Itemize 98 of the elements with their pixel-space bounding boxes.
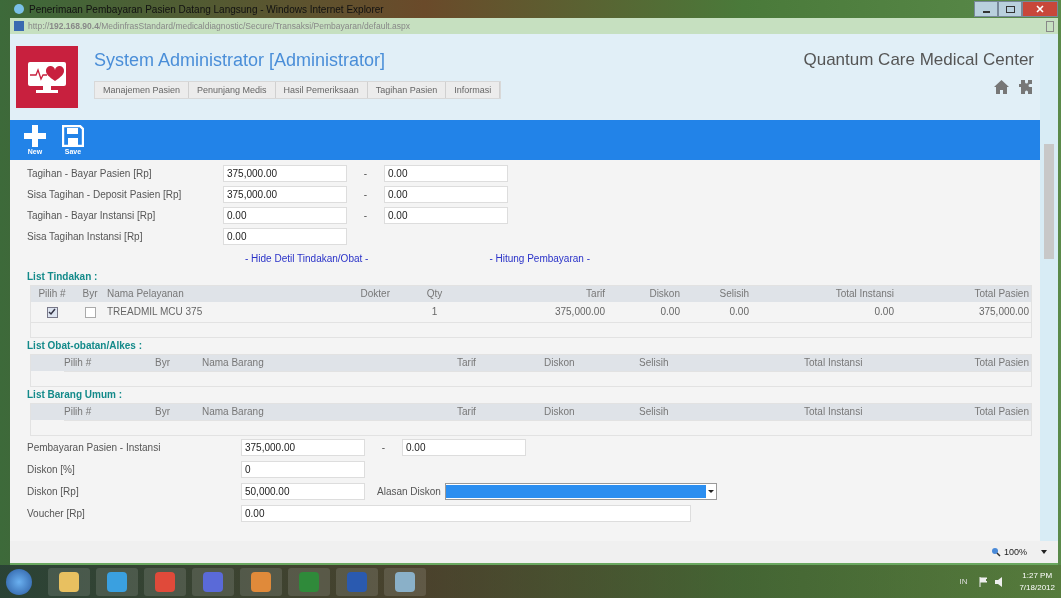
zoom-level[interactable]: 100% — [1003, 547, 1027, 557]
heart-monitor-logo-icon — [16, 46, 78, 108]
separator-text: - — [380, 441, 387, 453]
column-header: Selisih — [718, 287, 750, 301]
input-field[interactable]: 0.00 — [384, 165, 508, 182]
column-header: Byr — [81, 287, 99, 301]
column-header: Tarif — [457, 405, 477, 419]
user-title: System Administrator [Administrator] — [94, 50, 387, 71]
zoom-icon — [990, 547, 1001, 557]
table-cell-text: 0.00 — [660, 305, 680, 319]
field-label: Sisa Tagihan Instansi [Rp] — [27, 231, 144, 242]
table-cell-text: 0.00 — [729, 305, 749, 319]
taskbar-app-icon[interactable] — [240, 567, 282, 596]
column-header: Tarif — [585, 287, 606, 301]
home-icon[interactable] — [994, 80, 1009, 94]
field-label: Tagihan - Bayar Instansi [Rp] — [27, 210, 157, 221]
browser-icon — [14, 4, 24, 14]
column-header: Diskon — [544, 356, 576, 370]
menu-tab[interactable]: Manajemen Pasien — [95, 82, 190, 98]
table-cell-text: 0.00 — [874, 305, 894, 319]
column-header: Dokter — [359, 287, 391, 301]
taskbar-app-icon[interactable] — [384, 567, 426, 596]
field-label: Pembayaran Pasien - Instansi — [27, 441, 162, 453]
dropdown[interactable] — [445, 482, 717, 500]
column-header: Nama Pelayanan — [107, 287, 185, 301]
link[interactable]: - Hide Detil Tindakan/Obat - — [245, 252, 369, 264]
clock-date[interactable]: 7/18/2012 — [1019, 581, 1055, 594]
column-header: Byr — [155, 356, 171, 370]
input-field[interactable]: 375,000.00 — [241, 438, 365, 456]
field-label: Tagihan - Bayar Pasien [Rp] — [27, 168, 153, 179]
field-label: Diskon [Rp] — [27, 485, 80, 497]
input-field[interactable]: 0.00 — [402, 438, 526, 456]
input-field[interactable]: 0 — [241, 460, 365, 478]
column-header: Selisih — [639, 356, 670, 370]
input-field[interactable]: 0.00 — [223, 207, 347, 224]
link[interactable]: - Hitung Pembayaran - — [489, 252, 590, 264]
checkbox[interactable] — [46, 306, 58, 318]
column-header: Pilih # — [64, 405, 93, 419]
close-icon — [1036, 5, 1044, 13]
field-label: Alasan Diskon — [377, 485, 442, 497]
menu-tab[interactable]: Hasil Pemeriksaan — [275, 82, 368, 98]
checkbox[interactable] — [84, 306, 96, 318]
column-header: Total Pasien — [973, 356, 1030, 370]
compatibility-icon[interactable] — [1046, 20, 1054, 32]
window-title: Penerimaan Pembayaran Pasien Datang Langsung - Windows Internet Explorer — [29, 3, 384, 15]
column-header: Tarif — [457, 356, 477, 370]
column-header: Pilih # — [37, 287, 67, 301]
separator-text: - — [362, 210, 369, 221]
input-field[interactable]: 0.00 — [241, 504, 691, 522]
taskbar-app-icon[interactable] — [48, 567, 90, 596]
column-header: Byr — [155, 405, 171, 419]
column-header: Total Instansi — [804, 356, 864, 370]
menu-tab[interactable]: Tagihan Pasien — [367, 82, 447, 98]
separator-text: - — [362, 168, 369, 179]
scrollbar[interactable] — [1040, 34, 1058, 541]
puzzle-icon[interactable] — [1019, 80, 1034, 94]
taskbar-app-icon[interactable] — [96, 567, 138, 596]
table-cell-text: TREADMIL MCU 375 — [107, 305, 203, 319]
minimize-button[interactable] — [974, 1, 998, 17]
caret-icon[interactable] — [1040, 549, 1048, 555]
column-header: Qty — [425, 287, 444, 301]
separator-text: - — [362, 189, 369, 200]
table-cell-text: 1 — [431, 305, 438, 319]
section-title: List Tindakan : — [27, 271, 99, 284]
menu-tab[interactable]: Penunjang Medis — [189, 82, 276, 98]
column-header: Diskon — [648, 287, 681, 301]
page-icon — [14, 21, 24, 31]
column-header: Pilih # — [64, 356, 93, 370]
input-field[interactable]: 0.00 — [384, 186, 508, 203]
column-header: Total Pasien — [973, 287, 1030, 301]
flag-icon[interactable] — [979, 576, 990, 587]
menu-tab[interactable]: Informasi — [446, 82, 501, 98]
column-header: Selisih — [639, 405, 670, 419]
field-label: Voucher [Rp] — [27, 507, 86, 519]
section-title: List Barang Umum : — [27, 389, 123, 402]
maximize-button[interactable] — [998, 1, 1022, 17]
section-title: List Obat-obatan/Alkes : — [27, 340, 143, 353]
column-header: Total Instansi — [804, 405, 864, 419]
language-indicator[interactable]: IN — [959, 577, 968, 586]
column-header: Total Instansi — [834, 287, 895, 301]
close-button[interactable] — [1022, 1, 1058, 17]
input-field[interactable]: 50,000.00 — [241, 482, 365, 500]
column-header: Total Pasien — [973, 405, 1030, 419]
table-cell-text: 375,000.00 — [978, 305, 1029, 319]
column-header: Nama Barang — [202, 356, 265, 370]
taskbar-app-icon[interactable] — [144, 567, 186, 596]
clock-time[interactable]: 1:27 PM — [1022, 569, 1053, 582]
table-cell-text: 375,000.00 — [554, 305, 605, 319]
field-label: Diskon [%] — [27, 463, 76, 475]
start-button[interactable] — [6, 568, 32, 595]
column-header: Nama Barang — [202, 405, 265, 419]
column-header: Diskon — [544, 405, 576, 419]
input-field[interactable]: 375,000.00 — [223, 186, 347, 203]
field-label: Sisa Tagihan - Deposit Pasien [Rp] — [27, 189, 183, 200]
input-field[interactable]: 0.00 — [223, 228, 347, 245]
hospital-name: Quantum Care Medical Center — [803, 50, 1034, 70]
input-field[interactable]: 0.00 — [384, 207, 508, 224]
input-field[interactable]: 375,000.00 — [223, 165, 347, 182]
